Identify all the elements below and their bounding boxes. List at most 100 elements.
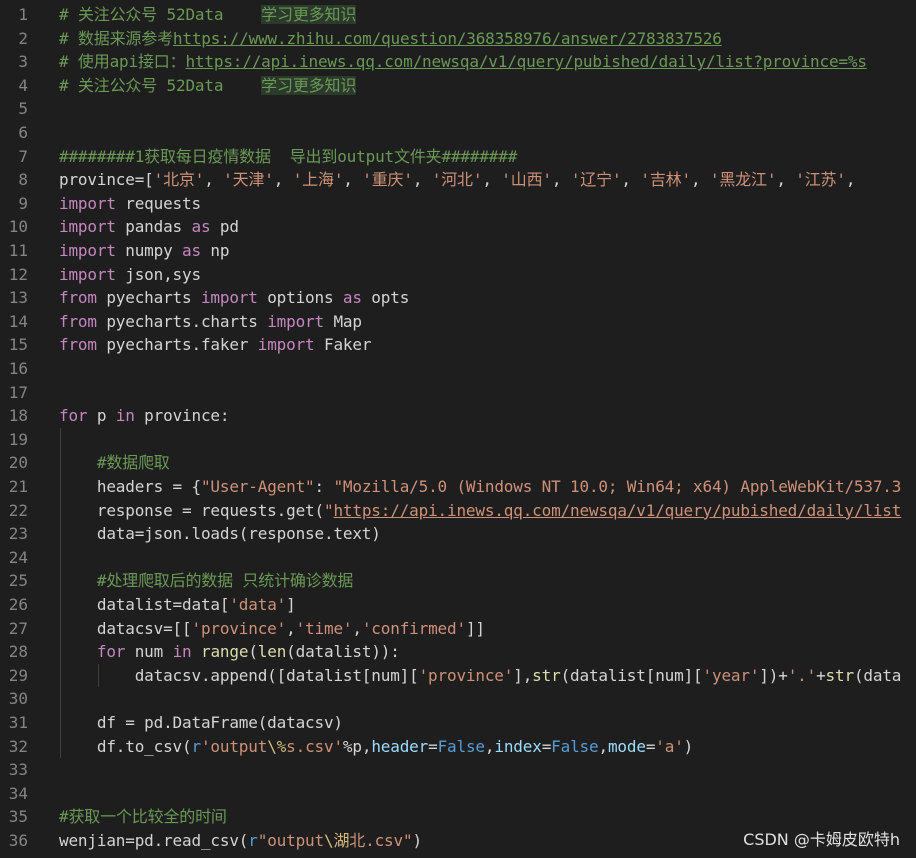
code-text: province=['北京', '天津', '上海', '重庆', '河北', … xyxy=(59,168,855,192)
line-number: 7 xyxy=(18,146,28,166)
csdn-watermark: CSDN @卡姆皮欧特h xyxy=(743,830,900,849)
code-token: , xyxy=(776,170,796,190)
code-token: as xyxy=(182,241,201,260)
code-line[interactable]: 5 xyxy=(0,97,916,121)
code-line[interactable]: 10 import pandas as pd xyxy=(0,215,916,239)
code-token: opts xyxy=(361,288,410,308)
code-line[interactable]: 6 xyxy=(0,121,916,145)
code-line[interactable]: 22 response = requests.get("https://api.… xyxy=(0,499,916,523)
code-line[interactable]: 27 datacsv=[['province','time','confirme… xyxy=(0,617,916,641)
code-token: as xyxy=(191,217,211,237)
code-text: df.to_csv(r'output\%s.csv'%p,header=Fals… xyxy=(59,735,693,759)
code-token: #获取一个比较全的时间 xyxy=(59,807,227,827)
code-token: '河北' xyxy=(431,170,483,190)
code-token: , xyxy=(352,618,362,638)
code-line[interactable]: 8 province=['北京', '天津', '上海', '重庆', '河北',… xyxy=(0,168,916,192)
code-token: '北京' xyxy=(153,170,205,190)
code-token: s.csv' xyxy=(286,736,343,756)
code-token: "output xyxy=(257,831,324,850)
code-line[interactable]: 16 xyxy=(0,357,916,381)
code-line[interactable]: 13 from pyecharts import options as opts xyxy=(0,286,916,310)
line-number: 2 xyxy=(18,28,28,48)
line-number: 30 xyxy=(8,689,28,709)
code-line[interactable]: 18 for p in province: xyxy=(0,404,916,428)
code-text: # 使用api接口：https://api.inews.qq.com/newsq… xyxy=(59,50,867,74)
code-token: response = requests.get( xyxy=(59,500,324,520)
code-line[interactable]: 32 df.to_csv(r'output\%s.csv'%p,header=F… xyxy=(0,735,916,759)
code-line[interactable]: 31 df = pd.DataFrame(datacsv) xyxy=(0,711,916,735)
line-number: 10 xyxy=(8,217,28,237)
line-number: 6 xyxy=(18,123,28,142)
code-line[interactable]: 14 from pyecharts.charts import Map xyxy=(0,310,916,334)
line-number: 34 xyxy=(8,783,28,803)
code-text: datalist=data['data'] xyxy=(59,593,296,617)
code-token: num xyxy=(125,642,173,662)
code-token: for xyxy=(59,406,88,426)
code-text: datacsv=[['province','time','confirmed']… xyxy=(59,617,485,641)
code-token: datacsv=[[ xyxy=(59,618,192,638)
code-line[interactable]: 7 ########1获取每日疫情数据 导出到output文件夹######## xyxy=(0,145,916,169)
code-line[interactable]: 21 headers = {"User-Agent": "Mozilla/5.0… xyxy=(0,475,916,499)
code-token: , xyxy=(598,736,608,756)
line-number: 14 xyxy=(8,311,28,331)
code-token: r xyxy=(191,736,201,756)
code-text: for num in range(len(datalist)): xyxy=(59,640,400,664)
code-token: for xyxy=(96,642,126,662)
code-token: = xyxy=(541,736,552,756)
code-token: in xyxy=(115,406,135,426)
code-token: ) xyxy=(683,736,694,756)
code-line[interactable]: 29 datacsv.append([datalist[num]['provin… xyxy=(0,664,916,688)
code-line[interactable]: 12 import json,sys xyxy=(0,263,916,287)
code-line[interactable]: 17 xyxy=(0,381,916,405)
code-token: 学习更多知识 xyxy=(261,5,357,24)
code-token: import xyxy=(257,335,315,355)
line-number: 17 xyxy=(8,382,28,402)
code-line[interactable]: 4 # 关注公众号 52Data 学习更多知识 xyxy=(0,74,916,98)
code-line[interactable]: 28 for num in range(len(datalist)): xyxy=(0,640,916,664)
code-token: '吉林' xyxy=(640,170,691,190)
code-token: df = pd.DataFrame(datacsv) xyxy=(59,713,343,732)
code-token: requests xyxy=(115,193,201,213)
code-text: import json,sys xyxy=(59,263,201,287)
code-line[interactable]: 26 datalist=data['data'] xyxy=(0,593,916,617)
code-token: , xyxy=(482,170,502,190)
code-line[interactable]: 34 xyxy=(0,782,916,806)
code-token: 'data' xyxy=(229,595,287,614)
code-token: as xyxy=(342,288,362,308)
code-token: str xyxy=(825,665,855,685)
code-line[interactable]: 1 # 关注公众号 52Data 学习更多知识 xyxy=(0,3,916,27)
code-token: False xyxy=(437,736,485,756)
line-number: 1 xyxy=(18,5,28,24)
code-line[interactable]: 25 #处理爬取后的数据 只统计确诊数据 xyxy=(0,569,916,593)
code-text: for p in province: xyxy=(59,404,230,428)
line-number: 25 xyxy=(8,571,28,591)
code-editor[interactable]: 1 # 关注公众号 52Data 学习更多知识 2 # 数据来源参考https://w… xyxy=(0,0,916,858)
line-number: 20 xyxy=(8,453,28,473)
code-token: province=[ xyxy=(59,170,154,190)
code-token: 'year' xyxy=(702,665,760,685)
code-line[interactable]: 19 xyxy=(0,428,916,452)
code-token: https://api.inews.qq.com/newsqa/v1/query… xyxy=(185,52,867,72)
code-text: import pandas as pd xyxy=(59,215,239,239)
code-line[interactable]: 15 from pyecharts.faker import Faker xyxy=(0,333,916,357)
code-token: https://api.inews.qq.com/newsqa/v1/query… xyxy=(333,500,902,520)
line-number: 4 xyxy=(18,75,28,95)
code-line[interactable]: 30 xyxy=(0,687,916,711)
line-number: 35 xyxy=(8,807,28,827)
code-token: #处理爬取后的数据 只统计确诊数据 xyxy=(96,571,354,591)
code-text: from pyecharts import options as opts xyxy=(59,286,409,310)
code-line[interactable]: 2 # 数据来源参考https://www.zhihu.com/question/… xyxy=(0,27,916,51)
code-token: , xyxy=(484,736,495,756)
code-line[interactable]: 24 xyxy=(0,546,916,570)
code-line[interactable]: 33 xyxy=(0,758,916,782)
code-token: len xyxy=(257,642,287,662)
code-line[interactable]: 23 data=json.loads(response.text) xyxy=(0,522,916,546)
line-number: 26 xyxy=(8,595,28,614)
code-token: data=json.loads(response.text) xyxy=(59,524,381,544)
code-token: # 使用api接口： xyxy=(59,52,186,72)
code-line[interactable]: 3 # 使用api接口：https://api.inews.qq.com/news… xyxy=(0,50,916,74)
code-line[interactable]: 20 #数据爬取 xyxy=(0,451,916,475)
code-token: %p, xyxy=(342,736,372,756)
code-line[interactable]: 9 import requests xyxy=(0,192,916,216)
code-line[interactable]: 11 import numpy as np xyxy=(0,239,916,263)
